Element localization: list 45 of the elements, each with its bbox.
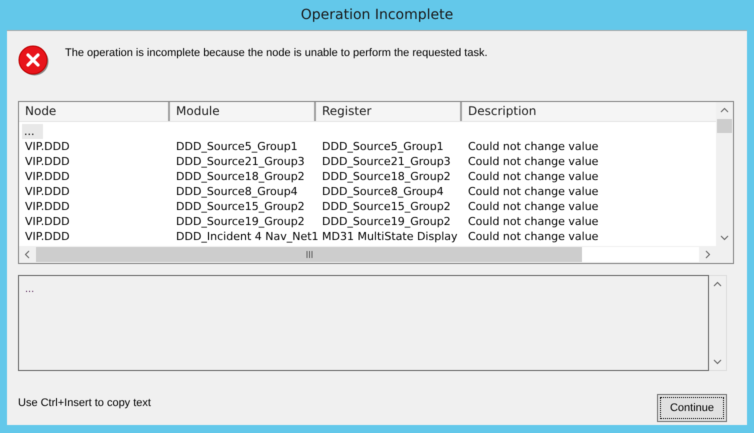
column-header[interactable]: Register	[316, 102, 462, 121]
table-cell-text: DDD_Source19_Group2	[322, 214, 452, 229]
table-cell-text: DDD_Source18_Group2	[176, 169, 306, 184]
table-cell-text: Could not change value	[468, 139, 600, 154]
table-cell-text: DDD_Source8_Group4	[176, 184, 299, 199]
details-box[interactable]: ...	[18, 275, 709, 371]
table-cell-text: VIP.DDD	[25, 229, 71, 244]
table-cell: ...	[22, 124, 42, 139]
table-cell-text: MD31 MultiState Display	[322, 229, 459, 244]
table-cell-text: DDD_Source15_Group2	[176, 199, 306, 214]
table-cell-text: DDD_Source21_Group3	[322, 154, 452, 169]
column-header[interactable]: Node	[19, 102, 170, 121]
table-cell-text: VIP.DDD	[25, 154, 71, 169]
hint-text: Use Ctrl+Insert to copy text	[18, 396, 151, 408]
table-cell-text: Could not change value	[468, 169, 600, 184]
table-cell-text: VIP.DDD	[25, 199, 71, 214]
table-cell-text: VIP.DDD	[25, 184, 71, 199]
table-cell-text: Could not change value	[468, 229, 600, 244]
window-title: Operation Incomplete	[300, 7, 454, 23]
table-cell-text: VIP.DDD	[25, 139, 71, 154]
details-text: ...	[25, 283, 34, 295]
table-cell-text: Could not change value	[468, 199, 600, 214]
vertical-scrollbar[interactable]	[716, 102, 733, 246]
table-cell-text: DDD_Source8_Group4	[322, 184, 445, 199]
table-cell-text: DDD_Source15_Group2	[322, 199, 452, 214]
table-cell-text: DDD_Source18_Group2	[322, 169, 452, 184]
table-cell-text: Could not change value	[468, 184, 600, 199]
table-cell-text: VIP.DDD	[25, 214, 71, 229]
table-cell-text: DDD_Source19_Group2	[176, 214, 306, 229]
table-cell-text: DDD_Source5_Group1	[322, 139, 445, 154]
table-cell-text: DDD_Incident 4 Nav_Net1	[176, 229, 320, 244]
column-header[interactable]: Module	[170, 102, 316, 121]
continue-button[interactable]: Continue	[657, 394, 727, 422]
scroll-thumb[interactable]	[36, 247, 582, 262]
grip-icon	[306, 251, 312, 258]
column-header[interactable]: Description	[462, 102, 716, 121]
error-icon	[18, 45, 50, 77]
vertical-scrollbar[interactable]	[709, 275, 727, 371]
scroll-thumb[interactable]	[717, 119, 732, 133]
table-cell-text: Could not change value	[468, 154, 600, 169]
table-cell-text: Could not change value	[468, 214, 600, 229]
table-cell-text: DDD_Source5_Group1	[176, 139, 299, 154]
error-message: The operation is incomplete because the node is unable to perform the requested task.	[65, 47, 488, 59]
table-cell-text: DDD_Source21_Group3	[176, 154, 306, 169]
table-cell-text: VIP.DDD	[25, 169, 71, 184]
